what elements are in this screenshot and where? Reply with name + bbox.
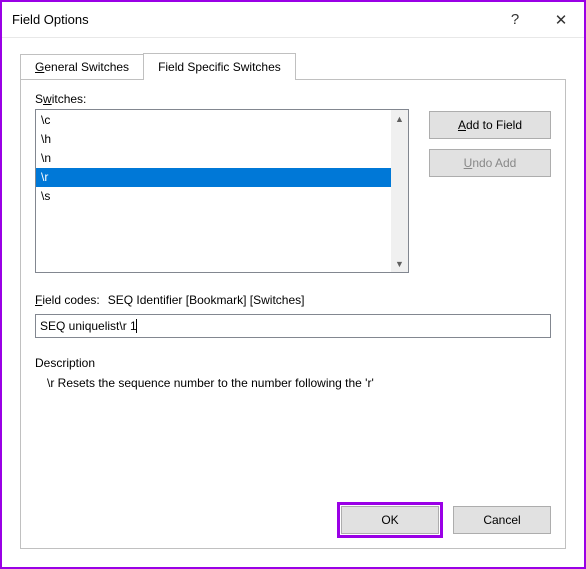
add-to-field-button[interactable]: Add to Field	[429, 111, 551, 139]
list-item[interactable]: \h	[36, 130, 391, 149]
field-codes-input-wrap[interactable]: SEQ uniquelist\r 1	[35, 314, 551, 338]
side-buttons: Add to Field Undo Add	[429, 109, 551, 273]
switches-row: \c \h \n \r \s ▲ ▼ Add to Field	[35, 109, 551, 273]
field-options-dialog: Field Options ? ✕ General Switches Field…	[0, 0, 586, 569]
field-codes-row: Field codes: SEQ Identifier [Bookmark] […	[35, 293, 551, 310]
scroll-down-icon[interactable]: ▼	[391, 255, 408, 272]
scroll-track[interactable]	[391, 127, 408, 255]
help-button[interactable]: ?	[492, 2, 538, 38]
tab-panel: Switches: \c \h \n \r \s ▲ ▼	[20, 80, 566, 549]
list-item[interactable]: \n	[36, 149, 391, 168]
description-text: \r Resets the sequence number to the num…	[35, 376, 551, 390]
dialog-footer: OK Cancel	[35, 492, 551, 534]
tab-field-specific-switches[interactable]: Field Specific Switches	[143, 53, 296, 80]
switches-listbox[interactable]: \c \h \n \r \s ▲ ▼	[35, 109, 409, 273]
list-item[interactable]: \c	[36, 111, 391, 130]
list-item-selected[interactable]: \r	[36, 168, 391, 187]
scroll-up-icon[interactable]: ▲	[391, 110, 408, 127]
description-label: Description	[35, 356, 551, 370]
list-item[interactable]: \s	[36, 187, 391, 206]
window-title: Field Options	[12, 12, 492, 27]
switches-label: Switches:	[35, 92, 551, 106]
field-codes-hint: SEQ Identifier [Bookmark] [Switches]	[108, 293, 305, 307]
field-codes-input[interactable]: SEQ uniquelist\r 1	[40, 319, 137, 333]
undo-add-button[interactable]: Undo Add	[429, 149, 551, 177]
field-codes-label: Field codes:	[35, 293, 100, 307]
scrollbar[interactable]: ▲ ▼	[391, 110, 408, 272]
switches-list[interactable]: \c \h \n \r \s	[36, 110, 391, 272]
text-caret	[136, 319, 137, 333]
tab-strip: General Switches Field Specific Switches	[20, 52, 566, 80]
titlebar: Field Options ? ✕	[2, 2, 584, 38]
cancel-button[interactable]: Cancel	[453, 506, 551, 534]
description-group: Description \r Resets the sequence numbe…	[35, 356, 551, 390]
close-button[interactable]: ✕	[538, 2, 584, 38]
tab-general-switches[interactable]: General Switches	[20, 54, 144, 79]
ok-button[interactable]: OK	[341, 506, 439, 534]
content-area: General Switches Field Specific Switches…	[2, 38, 584, 567]
